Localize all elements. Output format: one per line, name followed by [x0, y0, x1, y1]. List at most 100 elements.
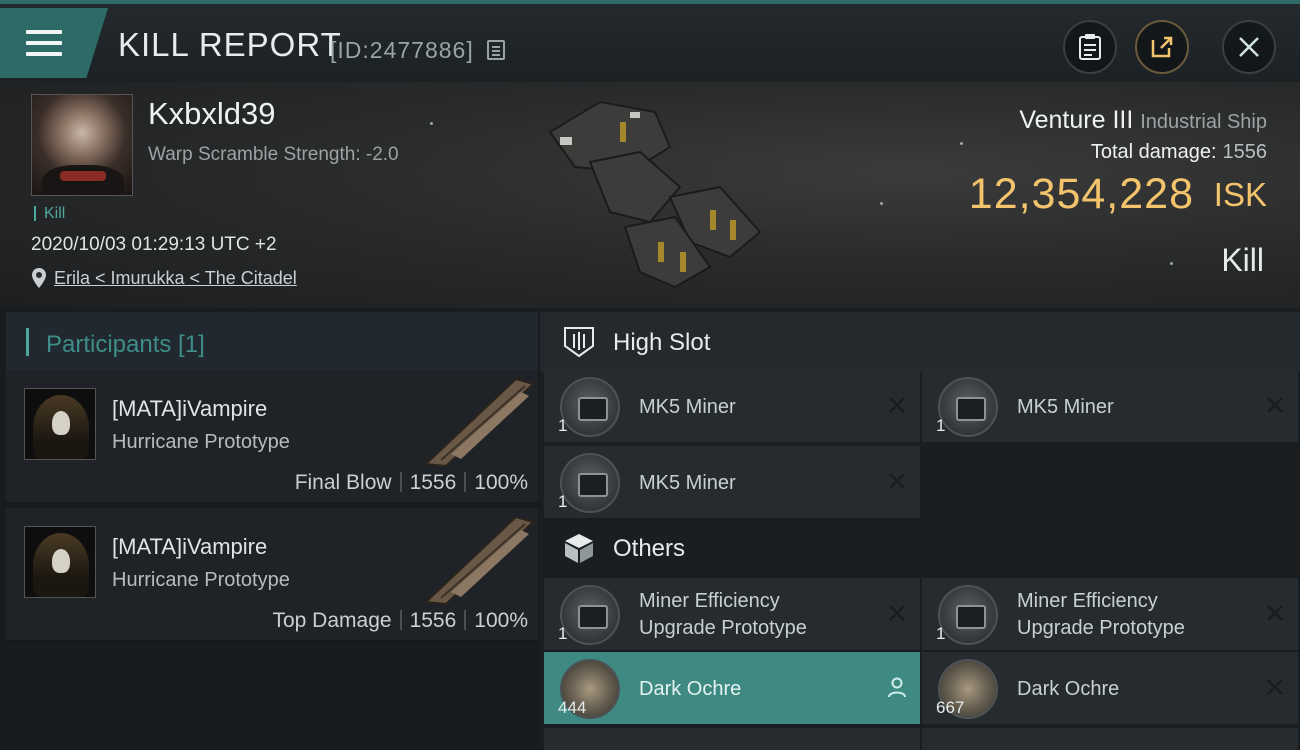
close-button[interactable] [1222, 20, 1276, 74]
victim-ship-name: Venture III Industrial Ship [1019, 106, 1267, 135]
isk-unit: ISK [1213, 176, 1267, 213]
participant-ship: Hurricane Prototype [112, 431, 290, 453]
kill-timestamp: 2020/10/03 01:29:13 UTC +2 [31, 234, 277, 255]
close-icon [1239, 37, 1259, 57]
star-dot [430, 122, 433, 125]
destroyed-x-icon [1267, 679, 1283, 695]
module-item[interactable]: 1 MK5 Miner [922, 370, 1298, 442]
star-dot [880, 202, 883, 205]
victim-panel: Kxbxld39 Warp Scramble Strength: -2.0 Ki… [0, 82, 1300, 308]
isk-value: 12,354,228 [968, 170, 1194, 218]
module-name: Dark Ochre [639, 678, 742, 700]
destroyed-x-icon [1267, 605, 1283, 621]
ship-name-text[interactable]: Venture III [1019, 106, 1133, 134]
module-quantity: 1 [558, 492, 568, 511]
participant-portrait[interactable] [24, 526, 96, 598]
star-dot [1170, 262, 1173, 265]
others-header: Others [540, 518, 1300, 578]
high-slot-icon [564, 327, 594, 358]
kill-location-link[interactable]: Erila < Imurukka < The Citadel [54, 268, 297, 289]
kill-tag: Kill [34, 206, 65, 222]
victim-portrait[interactable] [31, 94, 133, 196]
destroyed-x-icon [889, 473, 905, 489]
module-quantity: 1 [936, 416, 946, 435]
module-name: Dark Ochre [1017, 678, 1120, 700]
participant-row[interactable]: [MATA]iVampire Hurricane Prototype Final… [6, 370, 538, 504]
participants-title: Participants [1] [46, 331, 205, 358]
participant-percent: 100% [474, 471, 528, 494]
participant-row[interactable]: [MATA]iVampire Hurricane Prototype Top D… [6, 508, 538, 642]
total-damage-label: Total damage: [1090, 141, 1217, 163]
kill-result: Kill [1221, 242, 1264, 278]
share-button[interactable] [1135, 20, 1189, 74]
module-item[interactable]: 444 Dark Ochre [544, 652, 920, 724]
participant-ship-image [423, 377, 535, 468]
participant-ship: Hurricane Prototype [112, 569, 290, 591]
kill-id: [ID:2477886] [330, 37, 474, 63]
module-quantity: 1 [558, 624, 568, 643]
participant-role: Top Damage [272, 609, 392, 632]
high-slot-title: High Slot [613, 329, 711, 356]
ship-class: Industrial Ship [1140, 111, 1267, 133]
high-slot-header: High Slot [540, 312, 1300, 372]
share-icon [1151, 36, 1173, 58]
clipboard-button[interactable] [1063, 20, 1117, 74]
destroyed-x-icon [889, 397, 905, 413]
module-item[interactable]: 1 MK5 Miner [544, 446, 920, 518]
participant-name: [MATA]iVampire [112, 396, 268, 421]
participant-ship-image [423, 515, 535, 606]
participant-stats: Final Blow 1556 100% [295, 471, 528, 495]
miner-module-icon [560, 377, 620, 437]
star-dot [960, 142, 963, 145]
total-damage-value: 1556 [1222, 141, 1268, 163]
menu-button[interactable] [0, 8, 108, 78]
participant-stats: Top Damage 1556 100% [272, 609, 528, 633]
module-item[interactable]: 1 Miner Efficiency Upgrade Prototype [922, 578, 1298, 650]
participant-percent: 100% [474, 609, 528, 632]
others-title: Others [613, 535, 686, 562]
clipboard-icon [1079, 34, 1101, 60]
person-icon [888, 677, 906, 698]
total-damage: Total damage: 1556 [1091, 141, 1267, 164]
module-name-line1: Miner Efficiency [1017, 590, 1158, 612]
module-name-line2: Upgrade Prototype [1017, 617, 1185, 639]
participant-damage: 1556 [409, 471, 457, 494]
victim-ship-image[interactable] [530, 92, 770, 297]
location-pin-icon [32, 268, 46, 288]
module-name: Miner Efficiency Upgrade Prototype [639, 588, 807, 642]
menu-icon [26, 30, 62, 58]
page-title: KILL REPORT [118, 26, 342, 63]
module-item[interactable] [544, 728, 920, 750]
cube-icon [565, 534, 593, 563]
participant-portrait[interactable] [24, 388, 96, 460]
module-name: MK5 Miner [639, 472, 736, 494]
destroyed-x-icon [889, 605, 905, 621]
module-name: MK5 Miner [1017, 396, 1114, 418]
copy-icon[interactable] [487, 40, 505, 60]
module-name: MK5 Miner [639, 396, 736, 418]
module-item[interactable]: 1 MK5 Miner [544, 370, 920, 442]
module-name: Miner Efficiency Upgrade Prototype [1017, 588, 1185, 642]
upgrade-module-icon [938, 585, 998, 645]
participant-role: Final Blow [294, 471, 392, 494]
module-quantity: 667 [936, 698, 965, 717]
participants-panel: Participants [1] [MATA]iVampire Hurrican… [0, 308, 540, 750]
module-quantity: 1 [558, 416, 568, 435]
destroyed-x-icon [1267, 397, 1283, 413]
participant-name: [MATA]iVampire [112, 534, 268, 559]
module-name-line1: Miner Efficiency [639, 590, 780, 612]
miner-module-icon [938, 377, 998, 437]
victim-name[interactable]: Kxbxld39 [148, 96, 276, 132]
header-bar: KILL REPORT [ID:2477886] [0, 0, 1300, 82]
module-quantity: 1 [936, 624, 946, 643]
participant-damage: 1556 [409, 609, 457, 632]
module-name-line2: Upgrade Prototype [639, 617, 807, 639]
module-quantity: 444 [558, 698, 587, 717]
warp-scramble-strength: Warp Scramble Strength: -2.0 [148, 144, 399, 165]
module-item[interactable] [922, 728, 1298, 750]
miner-module-icon [560, 453, 620, 513]
module-item[interactable]: 1 Miner Efficiency Upgrade Prototype [544, 578, 920, 650]
module-item[interactable]: 667 Dark Ochre [922, 652, 1298, 724]
upgrade-module-icon [560, 585, 620, 645]
fittings-panel: High Slot 1 MK5 Miner 1 MK5 Miner 1 MK5 … [540, 308, 1300, 750]
